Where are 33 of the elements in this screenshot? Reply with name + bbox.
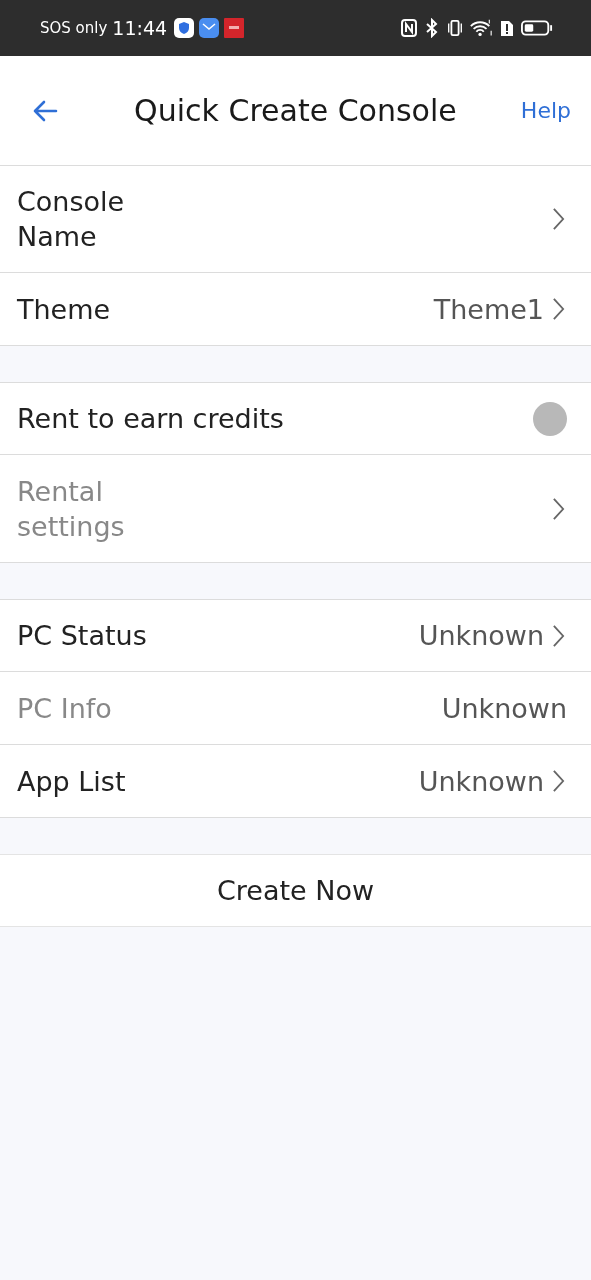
settings-row[interactable]: PC Status Unknown (0, 599, 591, 672)
settings-row[interactable]: Console Name (0, 165, 591, 273)
row-value: Theme1 (433, 293, 544, 325)
clock: 11:44 (112, 17, 168, 39)
row-label: Rent to earn credits (17, 402, 284, 436)
shield-app-icon (174, 18, 195, 38)
row-value: Unknown (418, 765, 544, 797)
vibrate-icon (446, 18, 464, 38)
wifi-icon (469, 18, 493, 38)
row-label: App List (17, 764, 126, 799)
help-link[interactable]: Help (520, 98, 571, 123)
nfc-icon (400, 18, 418, 38)
row-value: Unknown (418, 620, 544, 651)
create-now-button[interactable]: Create Now (0, 854, 591, 927)
chevron-right-icon (552, 769, 565, 793)
row-label: PC Status (17, 619, 147, 653)
chevron-right-icon (552, 297, 565, 321)
row-label: Console Name (17, 185, 126, 254)
settings-row[interactable]: Theme Theme1 (0, 273, 591, 346)
chevron-right-icon (552, 623, 565, 648)
page-title: Quick Create Console (133, 93, 458, 128)
sim-alert-icon (498, 18, 516, 38)
app-icon (224, 18, 245, 38)
row-label: Rental settings (17, 474, 126, 544)
row-label: PC Info (17, 691, 112, 726)
mail-app-icon (199, 18, 220, 38)
row-value: Unknown (441, 692, 567, 724)
row-label: Theme (17, 292, 111, 327)
carrier-label: SOS only (40, 19, 108, 37)
settings-row[interactable]: App List Unknown (0, 745, 591, 818)
battery-icon (521, 18, 553, 38)
chevron-right-icon (552, 207, 565, 231)
chevron-right-icon (552, 496, 565, 521)
